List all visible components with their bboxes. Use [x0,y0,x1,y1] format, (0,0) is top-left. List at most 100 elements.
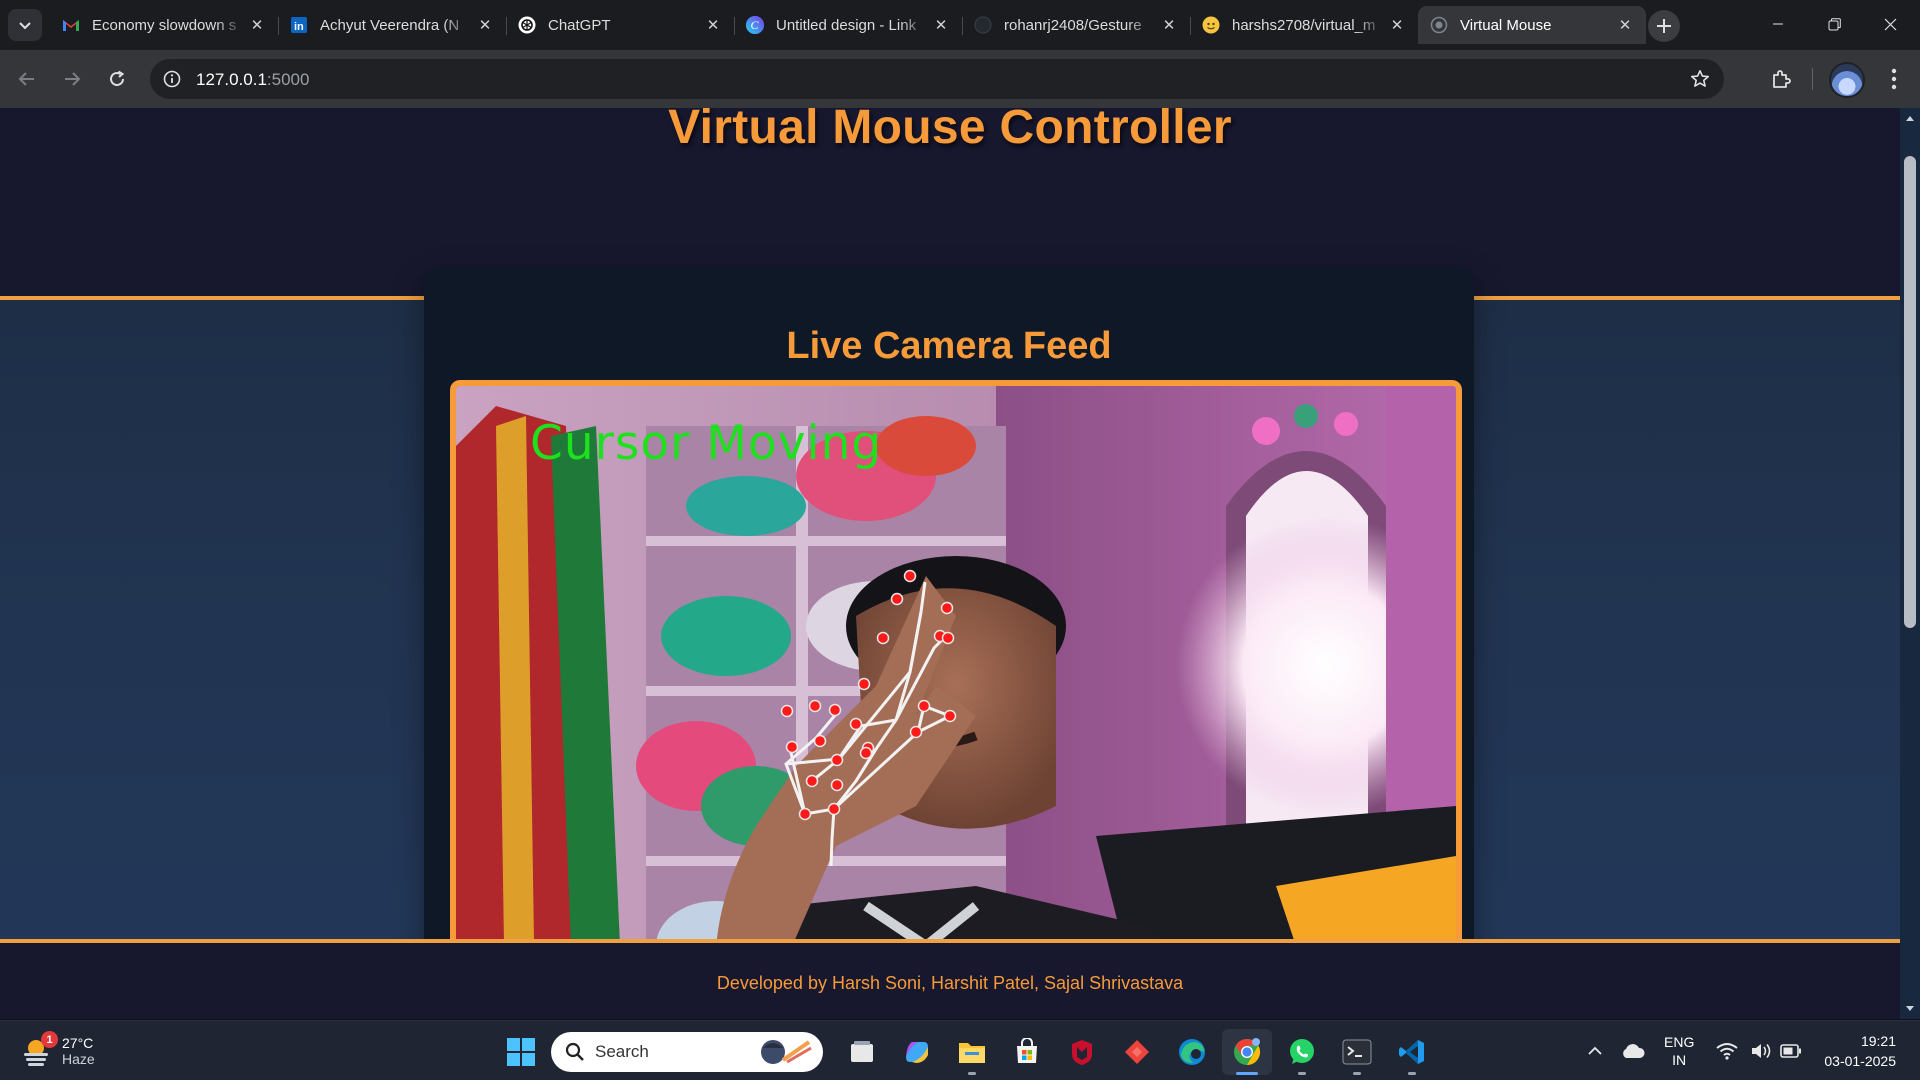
new-tab-button[interactable] [1648,10,1680,42]
browser-tab-strip: Economy slowdown s ✕ in Achyut Veerendra… [0,0,1920,50]
tab-search-button[interactable] [8,9,42,41]
microsoft-store-button[interactable] [1002,1029,1052,1075]
plus-icon [1657,19,1671,33]
close-icon [1884,18,1896,30]
tab-github-gesture[interactable]: rohanrj2408/Gesture ✕ [962,6,1190,44]
reload-icon [110,70,125,86]
canva-icon: C [746,16,764,34]
region-code: IN [1672,1052,1687,1068]
weather-widget[interactable]: 1 27°C Haze [20,1029,95,1073]
more-vertical-icon [1891,68,1897,90]
copilot-icon [906,1042,928,1063]
camera-frame [456,386,1456,1019]
scrollbar-thumb[interactable] [1904,156,1916,628]
tab-economy-slowdown[interactable]: Economy slowdown s ✕ [50,6,278,44]
url-port: :5000 [266,70,310,89]
linkedin-icon: in [290,16,308,34]
anydesk-icon [1125,1040,1149,1064]
terminal-icon [1342,1039,1372,1065]
show-hidden-icons-button[interactable] [1576,1029,1614,1073]
running-indicator [1408,1072,1416,1075]
extensions-button[interactable] [1764,62,1798,96]
chatgpt-icon [518,16,536,34]
battery-icon [1780,1044,1802,1058]
whatsapp-icon [1290,1039,1314,1064]
anydesk-button[interactable] [1112,1029,1162,1075]
close-icon[interactable]: ✕ [930,14,952,36]
tab-linkedin[interactable]: in Achyut Veerendra (N ✕ [278,6,506,44]
url-text: 127.0.0.1:5000 [196,70,309,90]
reload-button[interactable] [100,62,134,96]
start-button[interactable] [496,1029,546,1075]
forward-button[interactable] [55,62,89,96]
restore-button[interactable] [1806,0,1862,48]
browser-toolbar: 127.0.0.1:5000 [0,50,1920,108]
tab-chatgpt[interactable]: ChatGPT ✕ [506,6,734,44]
page-viewport: Virtual Mouse Controller Live Camera Fee… [0,108,1900,1019]
mcafee-icon [1072,1040,1092,1065]
close-icon[interactable]: ✕ [702,14,724,36]
language-indicator[interactable]: ENG IN [1664,1033,1694,1069]
speaker-icon [1752,1044,1771,1058]
clock[interactable]: 19:21 03-01-2025 [1824,1031,1896,1071]
tab-title: Virtual Mouse [1460,16,1552,34]
chevron-up-icon [1588,1046,1602,1055]
puzzle-icon [1773,70,1791,88]
page-scrollbar[interactable] [1900,108,1920,1019]
scroll-down-icon[interactable] [1904,1003,1916,1015]
scroll-up-icon[interactable] [1904,112,1916,124]
task-view-button[interactable] [837,1029,887,1075]
close-icon[interactable]: ✕ [1158,14,1180,36]
whatsapp-button[interactable] [1277,1029,1327,1075]
github-icon [1202,16,1220,34]
vscode-icon [1399,1040,1424,1064]
browser-menu-button[interactable] [1880,62,1908,96]
search-highlight-icon [761,1040,812,1064]
file-explorer-icon [959,1043,985,1063]
back-button[interactable] [10,62,44,96]
taskbar-search-box[interactable]: Search [551,1032,823,1072]
close-icon[interactable]: ✕ [246,14,268,36]
svg-text:C: C [751,18,760,32]
profile-avatar[interactable] [1829,62,1865,98]
battery-button[interactable] [1776,1029,1806,1073]
copilot-button[interactable] [892,1029,942,1075]
system-tray: ENG IN [1576,1029,1806,1073]
close-icon[interactable]: ✕ [1614,14,1636,36]
close-icon[interactable]: ✕ [1386,14,1408,36]
tab-list: Economy slowdown s ✕ in Achyut Veerendra… [50,6,1646,44]
file-explorer-button[interactable] [947,1029,997,1075]
network-button[interactable] [1708,1029,1746,1073]
close-icon[interactable]: ✕ [474,14,496,36]
mcafee-button[interactable] [1057,1029,1107,1075]
edge-icon [1179,1039,1205,1065]
close-window-button[interactable] [1862,0,1918,48]
bookmark-star-icon[interactable] [1688,67,1712,91]
search-placeholder: Search [595,1042,649,1061]
tab-canva[interactable]: C Untitled design - Link ✕ [734,6,962,44]
search-icon [565,1042,584,1061]
globe-icon [1430,16,1448,34]
onedrive-button[interactable] [1614,1029,1652,1073]
volume-button[interactable] [1746,1029,1776,1073]
edge-button[interactable] [1167,1029,1217,1075]
chrome-icon [1234,1038,1261,1066]
chevron-down-icon [19,22,31,30]
clock-time: 19:21 [1860,1033,1896,1049]
vscode-button[interactable] [1387,1029,1437,1075]
address-bar[interactable]: 127.0.0.1:5000 [150,59,1724,99]
terminal-button[interactable] [1332,1029,1382,1075]
github-icon [974,16,992,34]
tab-github-virtual-mouse[interactable]: harshs2708/virtual_m ✕ [1190,6,1418,44]
windows-taskbar: 1 27°C Haze Search ENG IN 19:21 03-01-20… [0,1020,1920,1080]
site-info-icon[interactable] [158,65,186,93]
task-view-icon [851,1041,873,1062]
tab-virtual-mouse[interactable]: Virtual Mouse ✕ [1418,6,1646,44]
clock-date: 03-01-2025 [1824,1053,1896,1069]
chrome-button[interactable] [1222,1029,1272,1075]
page-footer: Developed by Harsh Soni, Harshit Patel, … [0,939,1900,1019]
running-indicator [968,1072,976,1075]
toolbar-divider [1812,68,1813,90]
footer-credits: Developed by Harsh Soni, Harshit Patel, … [716,973,1184,993]
minimize-button[interactable] [1750,0,1806,48]
